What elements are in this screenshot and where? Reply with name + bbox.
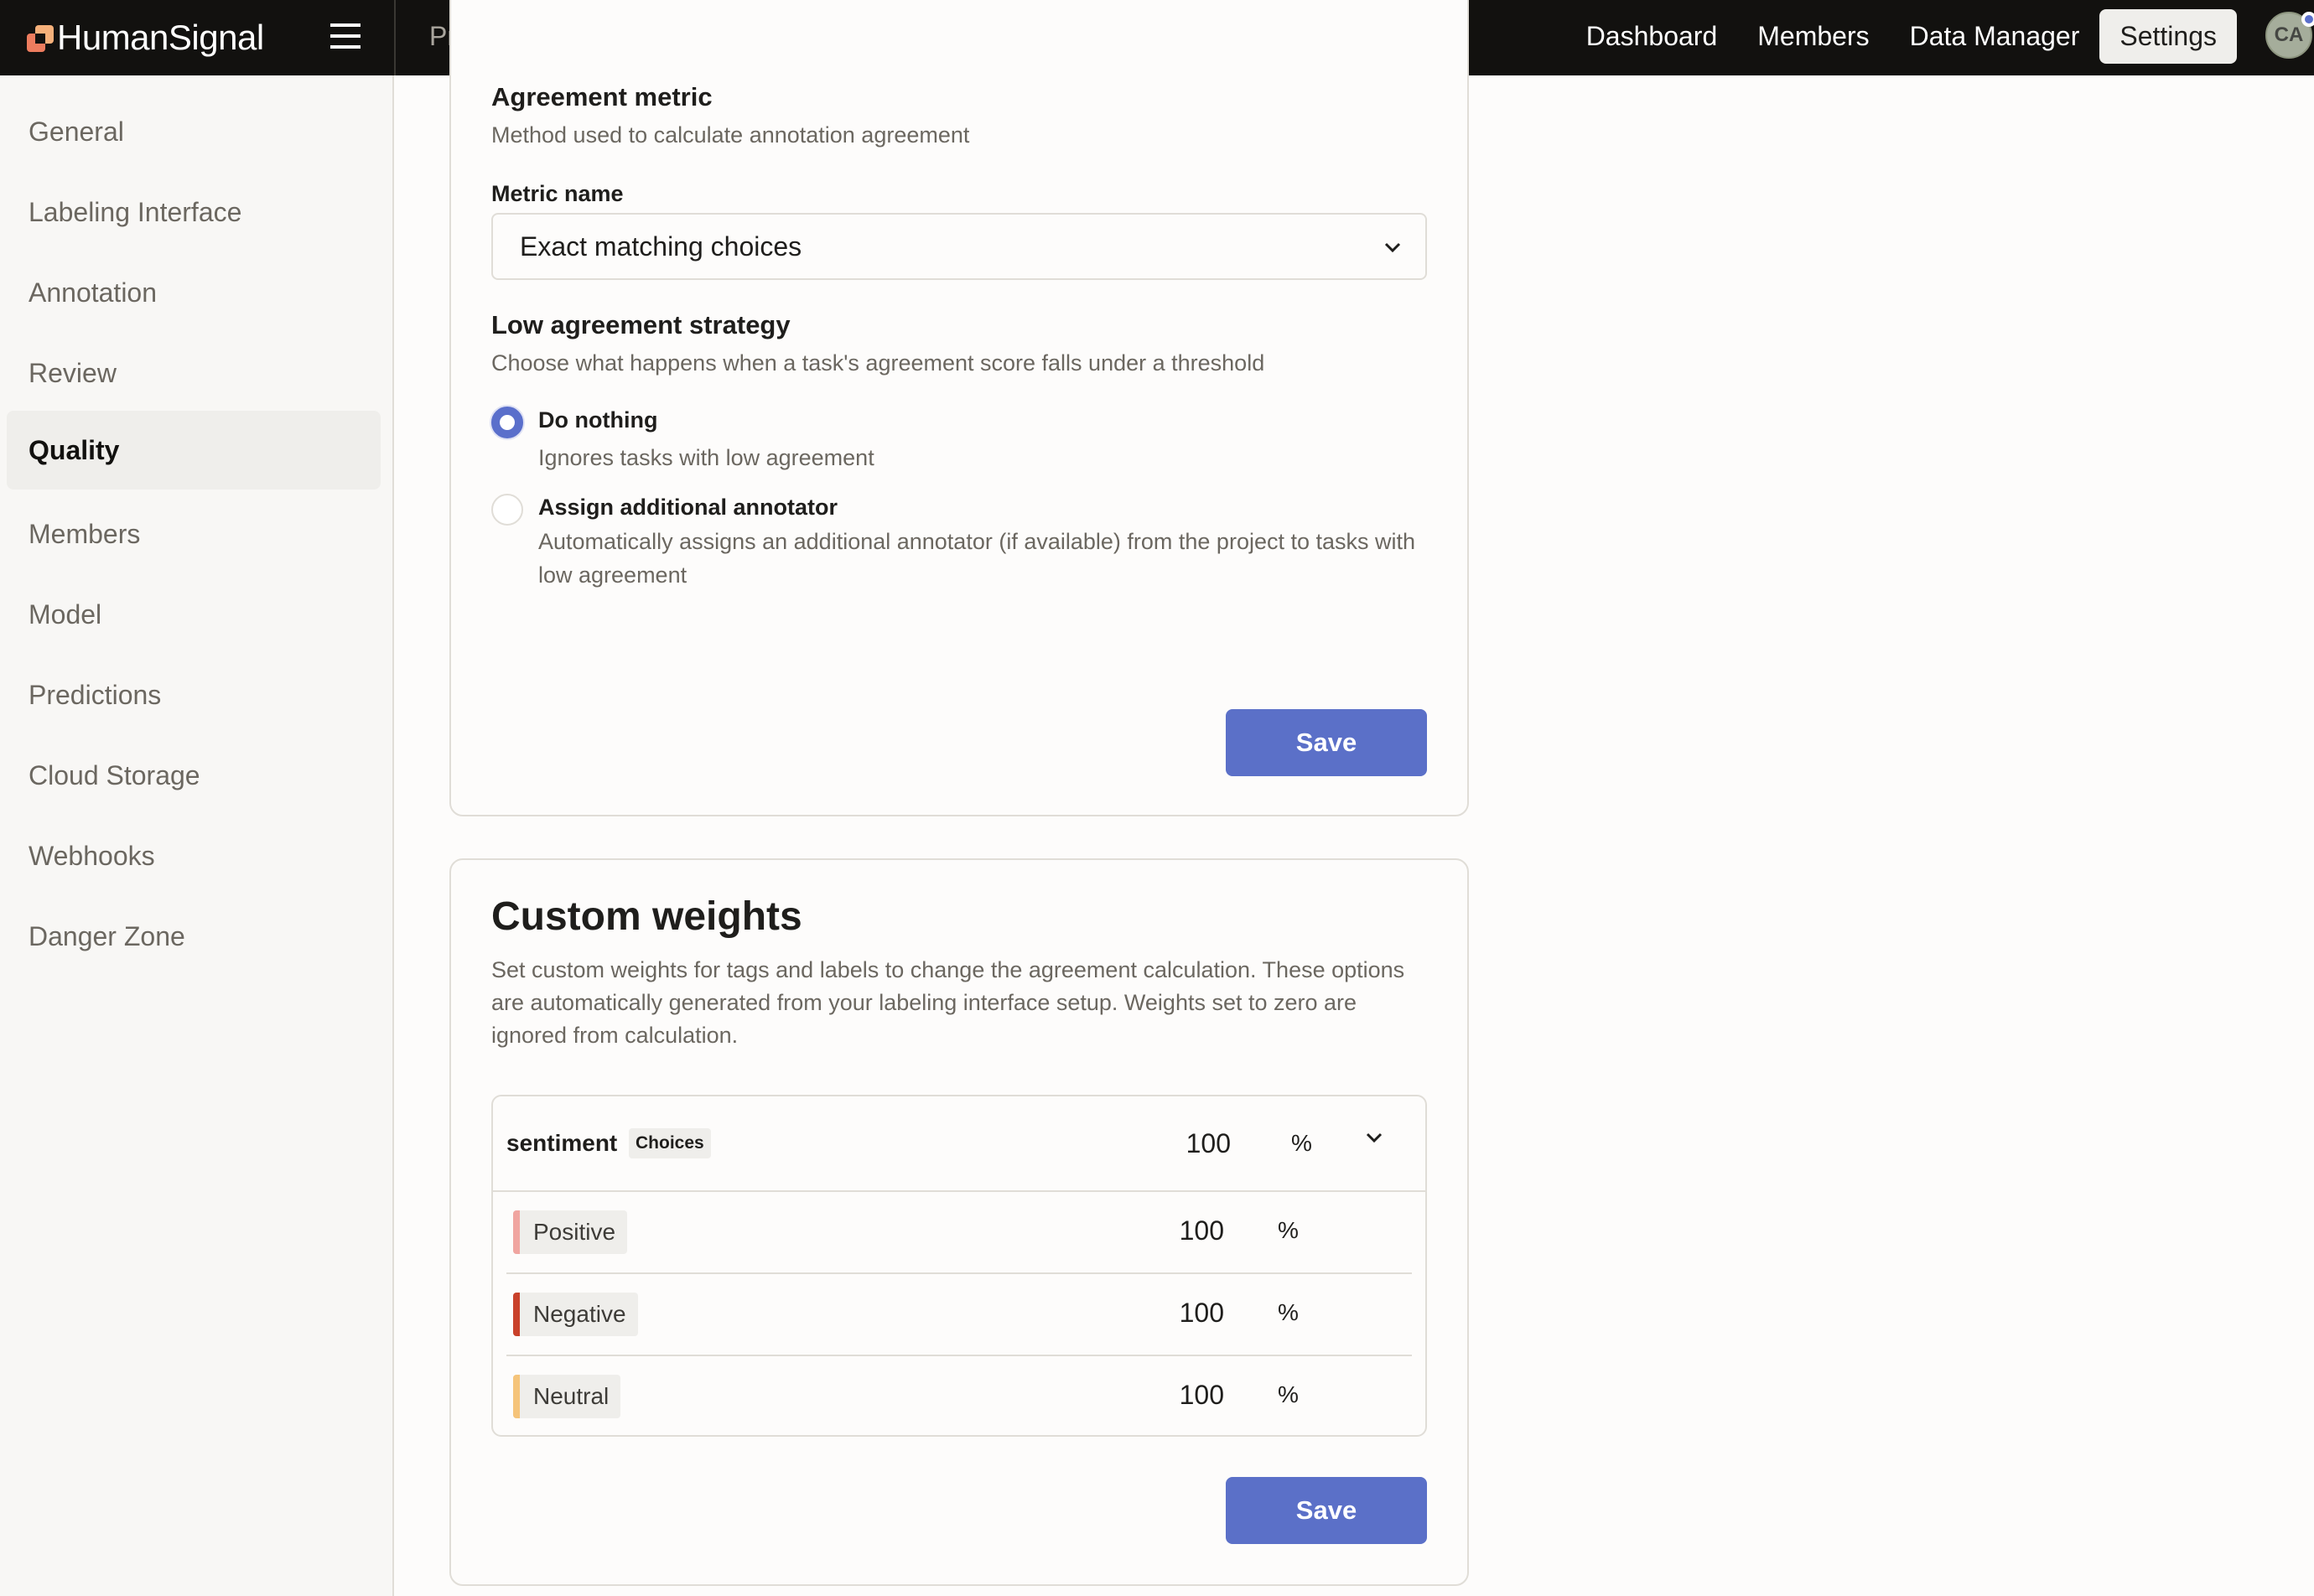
option-do-nothing-title[interactable]: Do nothing: [538, 407, 657, 433]
sidebar-item-review[interactable]: Review: [7, 334, 381, 412]
label-weight-input[interactable]: 100: [1140, 1298, 1224, 1329]
menu-icon[interactable]: [330, 23, 361, 49]
sidebar-item-general[interactable]: General: [7, 92, 381, 171]
sidebar-item-members[interactable]: Members: [7, 495, 381, 573]
label-weight-row: Neutral 100 %: [506, 1356, 1429, 1438]
label-weight-unit: %: [1278, 1381, 1299, 1407]
save-agreement-button[interactable]: Save: [1226, 709, 1427, 776]
header-divider: [394, 0, 396, 75]
label-name: Positive: [533, 1219, 616, 1245]
sidebar-item-quality[interactable]: Quality: [7, 411, 381, 490]
option-assign-additional-annotator-title[interactable]: Assign additional annotator: [538, 495, 838, 521]
metric-name-label: Metric name: [491, 181, 624, 206]
tag-name: sentiment: [506, 1130, 618, 1156]
nav-settings[interactable]: Settings: [2099, 8, 2237, 64]
low-agreement-strategy-title: Low agreement strategy: [491, 310, 791, 339]
tag-type-badge: Choices: [629, 1128, 711, 1158]
label-weight-unit: %: [1278, 1299, 1299, 1325]
tag-weight-input[interactable]: 100: [1147, 1128, 1231, 1159]
sidebar-item-webhooks[interactable]: Webhooks: [7, 816, 381, 895]
weights-table: sentiment Choices 100 % Positive 100 % N…: [491, 1095, 1427, 1437]
label-weight-row: Positive 100 %: [506, 1192, 1412, 1274]
nav-dashboard[interactable]: Dashboard: [1566, 9, 1738, 64]
collapse-chevron-icon[interactable]: [1365, 1128, 1383, 1147]
sidebar-item-cloud-storage[interactable]: Cloud Storage: [7, 736, 381, 815]
agreement-metric-title: Agreement metric: [491, 82, 713, 111]
settings-sidebar: General Labeling Interface Annotation Re…: [0, 75, 394, 1596]
radio-do-nothing[interactable]: [491, 407, 523, 438]
radio-assign-additional-annotator[interactable]: [491, 494, 523, 526]
sidebar-item-labeling-interface[interactable]: Labeling Interface: [7, 173, 381, 251]
label-weight-input[interactable]: 100: [1140, 1380, 1224, 1411]
sidebar-item-danger-zone[interactable]: Danger Zone: [7, 897, 381, 976]
sidebar-item-annotation[interactable]: Annotation: [7, 253, 381, 332]
notification-dot: [2301, 12, 2314, 27]
brand-name: HumanSignal: [57, 18, 264, 57]
option-do-nothing-description: Ignores tasks with low agreement: [538, 445, 874, 470]
label-weight-row: Negative 100 %: [506, 1274, 1412, 1356]
metric-name-value: Exact matching choices: [520, 231, 802, 262]
custom-weights-card: Custom weights Set custom weights for ta…: [449, 858, 1469, 1586]
label-color-bar: [513, 1210, 520, 1254]
chevron-down-icon: [1384, 242, 1401, 253]
label-chip-neutral: Neutral: [513, 1375, 621, 1418]
brand-logo[interactable]: HumanSignal: [27, 18, 264, 57]
label-weight-input[interactable]: 100: [1140, 1215, 1224, 1246]
metric-name-select[interactable]: Exact matching choices: [491, 213, 1427, 280]
label-color-bar: [513, 1375, 520, 1418]
sidebar-item-model[interactable]: Model: [7, 575, 381, 654]
tag-weight-row: sentiment Choices 100 %: [493, 1096, 1425, 1192]
low-agreement-strategy-description: Choose what happens when a task's agreem…: [491, 350, 1265, 376]
agreement-card: Agreement metric Method used to calculat…: [449, 0, 1469, 816]
nav-data-manager[interactable]: Data Manager: [1890, 9, 2100, 64]
label-weight-unit: %: [1278, 1217, 1299, 1243]
top-nav: Dashboard Members Data Manager Settings: [1566, 0, 2237, 72]
custom-weights-description: Set custom weights for tags and labels t…: [491, 957, 1405, 1048]
tag-weight-unit: %: [1291, 1130, 1312, 1156]
nav-members[interactable]: Members: [1737, 9, 1889, 64]
label-chip-positive: Positive: [513, 1210, 628, 1254]
option-assign-additional-annotator-description: Automatically assigns an additional anno…: [538, 529, 1416, 588]
sidebar-item-predictions[interactable]: Predictions: [7, 656, 381, 734]
save-custom-weights-button[interactable]: Save: [1226, 1477, 1427, 1544]
label-chip-negative: Negative: [513, 1293, 638, 1336]
agreement-metric-description: Method used to calculate annotation agre…: [491, 122, 970, 148]
label-name: Neutral: [533, 1383, 610, 1409]
label-name: Negative: [533, 1301, 626, 1327]
humansignal-logo-icon: [27, 23, 54, 52]
label-color-bar: [513, 1293, 520, 1336]
custom-weights-title: Custom weights: [491, 894, 802, 939]
